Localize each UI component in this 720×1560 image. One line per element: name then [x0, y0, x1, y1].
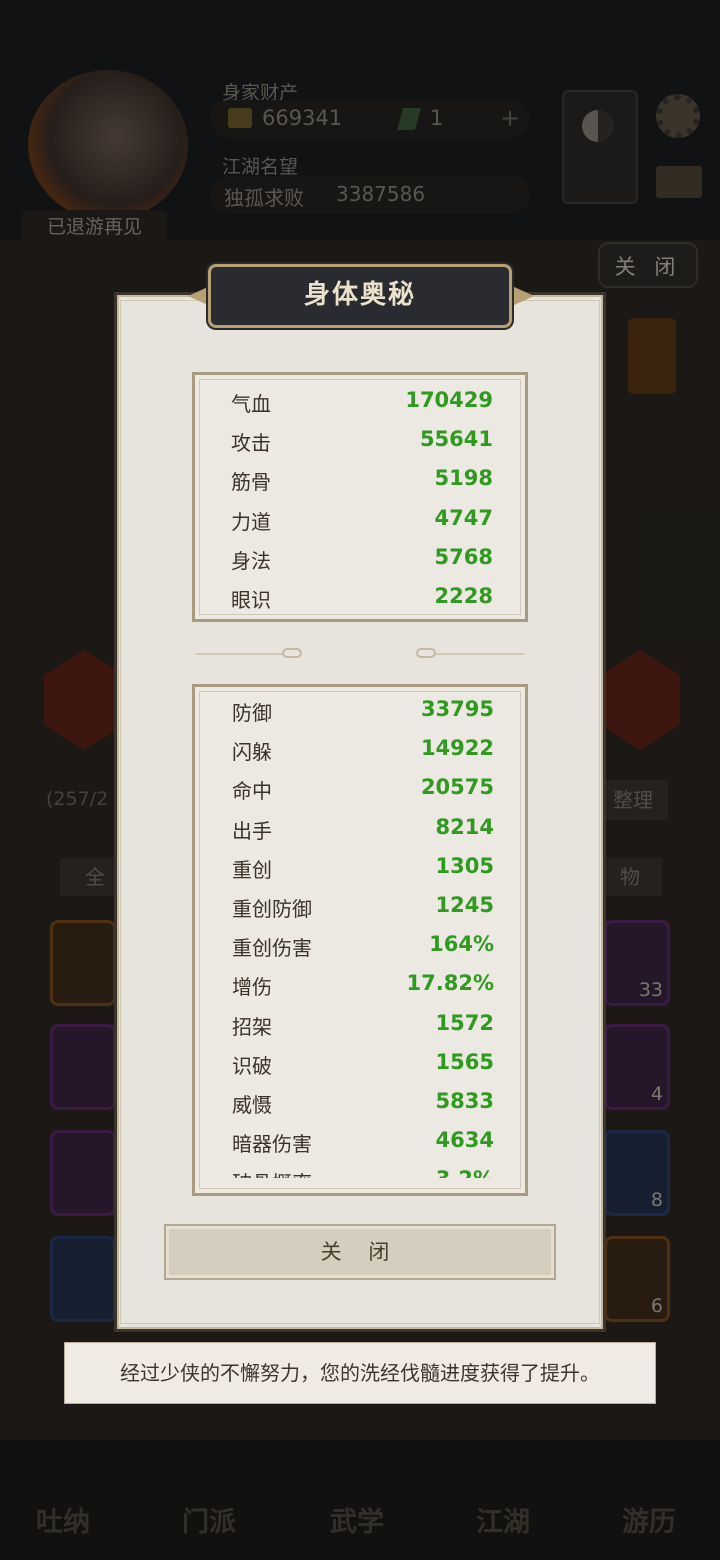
stat-value: 8214	[435, 814, 494, 839]
stat-name: 力道	[231, 509, 271, 534]
stat-name: 攻击	[231, 431, 271, 456]
stat-row: 气血 170429	[231, 388, 493, 427]
stat-name: 增伤	[232, 975, 272, 1000]
stat-name: 眼识	[231, 588, 271, 612]
stat-row: 出手 8214	[232, 815, 494, 854]
stat-value: 5198	[434, 466, 493, 491]
stat-value: 20575	[420, 775, 494, 800]
stat-name: 闪躲	[232, 740, 272, 765]
stat-value: 17.82%	[406, 971, 494, 996]
divider-ornament	[416, 648, 436, 658]
stat-row: 重创伤害 164%	[232, 932, 494, 971]
stat-name: 防御	[232, 701, 272, 725]
modal-title: 身体奥秘	[303, 280, 416, 310]
stat-row: 力道 4747	[231, 506, 493, 545]
stat-name: 出手	[232, 818, 272, 843]
stat-value: 55641	[419, 427, 493, 452]
stat-value: 5768	[434, 544, 493, 569]
stat-row: 闪躲 14922	[232, 736, 494, 775]
stat-row: 破骨概率 3.2%	[232, 1167, 494, 1178]
stat-value: 170429	[405, 388, 493, 412]
stat-row: 增伤 17.82%	[232, 971, 494, 1010]
stat-value: 4747	[434, 505, 493, 530]
stat-name: 筋骨	[231, 470, 271, 495]
stat-name: 重创伤害	[232, 936, 312, 961]
primary-stats-box: 气血 170429 攻击 55641 筋骨 5198 力道 4747 身法 5768 眼识 2228	[192, 372, 528, 622]
stat-row: 暗器伤害 4634	[232, 1128, 494, 1167]
divider-line	[196, 653, 282, 655]
stat-value: 14922	[420, 736, 494, 761]
stat-row: 攻击 55641	[231, 427, 493, 466]
stat-name: 重创	[232, 857, 272, 882]
close-button[interactable]: 关 闭	[164, 1224, 556, 1280]
stat-name: 破骨概率	[232, 1167, 312, 1178]
stat-row: 筋骨 5198	[231, 466, 493, 505]
stat-row: 威慑 5833	[232, 1089, 494, 1128]
stat-row: 身法 5768	[231, 545, 493, 584]
divider-ornament	[282, 648, 302, 658]
stat-value: 3.2%	[436, 1167, 494, 1178]
divider-line	[436, 653, 524, 655]
stat-row: 识破 1565	[232, 1050, 494, 1089]
stat-row: 眼识 2228	[231, 584, 493, 623]
stat-row: 命中 20575	[232, 775, 494, 814]
stat-value: 2228	[434, 584, 493, 608]
stat-value: 33795	[420, 697, 494, 721]
stat-name: 暗器伤害	[232, 1132, 312, 1157]
stat-value: 4634	[435, 1128, 494, 1153]
secondary-stats-scroll[interactable]: 防御 33795 闪躲 14922 命中 20575 出手 8214 重创 1305 重创防御 124…	[196, 694, 524, 1178]
stat-name: 识破	[232, 1053, 272, 1078]
stat-name: 身法	[231, 548, 271, 573]
stat-name: 气血	[231, 392, 271, 416]
stat-row: 重创防御 1245	[232, 893, 494, 932]
stat-value: 5833	[435, 1089, 494, 1113]
stat-value: 164%	[429, 932, 494, 957]
stat-value: 1305	[435, 853, 494, 878]
stat-row: 重创 1305	[232, 854, 494, 893]
stat-row: 招架 1572	[232, 1011, 494, 1050]
stat-name: 招架	[232, 1014, 272, 1039]
stat-row: 防御 33795	[232, 697, 494, 736]
stat-name: 命中	[232, 779, 272, 804]
stat-name: 威慑	[232, 1093, 272, 1117]
toast-message: 经过少侠的不懈努力，您的洗经伐髓进度获得了提升。	[64, 1342, 656, 1404]
stat-value: 1572	[435, 1010, 494, 1035]
stat-value: 1565	[435, 1049, 494, 1074]
stat-value: 1245	[435, 893, 494, 917]
stat-name: 重创防御	[232, 897, 312, 921]
